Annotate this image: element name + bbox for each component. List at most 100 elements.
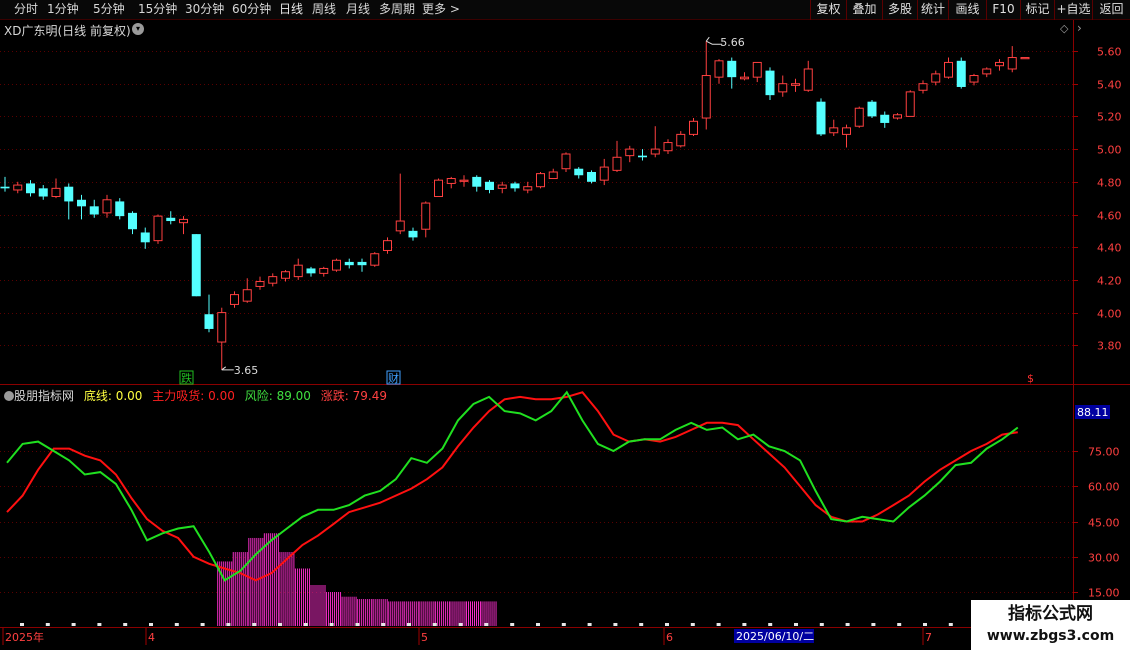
baseline-dot xyxy=(561,623,566,626)
baseline-dot xyxy=(923,623,927,626)
baseline-dot xyxy=(536,623,540,626)
candle-body xyxy=(446,178,456,184)
baseline-dot xyxy=(97,623,102,626)
candle-body xyxy=(574,168,584,176)
candle-body xyxy=(38,188,48,197)
baseline-dot xyxy=(200,623,205,626)
price-tick-label: 4.00 xyxy=(1097,308,1122,321)
candle-body xyxy=(13,184,23,191)
candle-body xyxy=(485,181,494,190)
baseline-dot xyxy=(252,623,257,626)
candle-body xyxy=(816,101,826,135)
candle-body xyxy=(89,206,99,215)
event-marker-3: $ xyxy=(1027,372,1034,385)
event-marker-1: 跌 xyxy=(181,371,192,385)
candle-body xyxy=(77,199,86,207)
candle-body xyxy=(880,114,890,123)
date-label: 5 xyxy=(421,631,428,644)
indicator-menu-icon[interactable] xyxy=(4,391,14,401)
baseline-dot xyxy=(278,623,282,626)
baseline-dot xyxy=(174,623,179,626)
candle-body xyxy=(676,133,686,147)
field-label-accumulation: 主力吸货 xyxy=(152,389,201,403)
candle-body xyxy=(1007,57,1017,70)
grid-layer xyxy=(0,20,1130,640)
baseline-dot xyxy=(303,623,308,626)
chart-canvas[interactable]: 5.66 3.65 跌 财 $ 5.60 5.40 5.20 5.00 4.80 4.60 4.40… xyxy=(0,0,1130,650)
candle-body xyxy=(0,186,10,189)
candle-body xyxy=(408,230,418,238)
price-tick-label: 5.40 xyxy=(1097,79,1122,92)
candle-body xyxy=(638,155,647,158)
candle-body xyxy=(867,101,877,117)
baseline-dot xyxy=(613,623,618,626)
candle-body xyxy=(944,61,953,78)
candle-body xyxy=(268,276,278,284)
baseline-dot xyxy=(45,623,50,626)
candle-body xyxy=(689,120,698,135)
indicator-name[interactable]: 股朋指标网 xyxy=(14,389,74,403)
baseline-dot xyxy=(587,623,592,626)
candle-body xyxy=(727,60,737,78)
candle-body xyxy=(421,202,431,230)
price-tick-label: 5.20 xyxy=(1097,111,1122,124)
candle-body xyxy=(893,114,902,119)
candle-body xyxy=(255,281,265,287)
baseline-dot xyxy=(407,623,411,626)
baseline-dot xyxy=(329,623,334,626)
candle-body xyxy=(918,83,928,91)
baseline-dot xyxy=(149,623,153,626)
candle-body xyxy=(319,267,329,274)
candle-body xyxy=(982,68,992,75)
baseline-dot xyxy=(948,623,953,626)
candle-body xyxy=(370,253,380,266)
candle-body xyxy=(778,83,788,93)
baseline-dot xyxy=(71,623,76,626)
candle-body xyxy=(765,70,775,96)
candle-body xyxy=(102,199,112,214)
candle-body xyxy=(523,186,533,191)
current-value-label: 88.11 xyxy=(1077,406,1109,419)
baseline-dot xyxy=(665,623,669,626)
candle-body xyxy=(829,127,839,134)
candle-body xyxy=(383,240,392,251)
baseline-dot xyxy=(768,623,773,626)
candle-body xyxy=(956,60,966,87)
field-label-risk: 风险 xyxy=(244,389,269,403)
candle-body xyxy=(242,289,252,302)
baseline-dot xyxy=(690,623,695,626)
candle-body xyxy=(842,127,851,135)
field-value-change: 79.49 xyxy=(352,389,387,403)
watermark-logo: 指标公式网 www.zbgs3.com xyxy=(971,600,1130,650)
baseline-dot xyxy=(716,623,721,626)
watermark-url: www.zbgs3.com xyxy=(986,628,1115,644)
candle-body xyxy=(332,259,341,271)
price-tick-label: 5.00 xyxy=(1097,144,1122,157)
field-label-baseline: 底线 xyxy=(83,389,108,403)
candle-body xyxy=(459,179,469,182)
min-pointer xyxy=(221,366,234,371)
candles-layer: 5.66 3.65 跌 财 $ xyxy=(0,36,1034,385)
indicator-tick-label: 30.00 xyxy=(1088,552,1120,565)
candle-body xyxy=(931,73,941,83)
candle-body xyxy=(344,261,354,266)
candle-body xyxy=(497,184,507,189)
date-label: 6 xyxy=(666,631,673,644)
baseline-dot xyxy=(510,623,515,626)
candle-body xyxy=(115,201,125,217)
baseline-dot xyxy=(742,623,747,626)
indicator-tick-label: 60.00 xyxy=(1088,481,1120,494)
candle-body xyxy=(803,68,813,91)
event-marker-2: 财 xyxy=(388,371,399,385)
candle-body xyxy=(752,61,762,78)
baseline-dot xyxy=(226,623,231,626)
candle-body xyxy=(625,148,635,157)
candle-body xyxy=(153,215,163,242)
candle-body xyxy=(510,183,520,189)
candle-body xyxy=(472,176,482,187)
candle-body xyxy=(230,294,239,305)
field-value-accumulation: 0.00 xyxy=(208,389,235,403)
candle-body xyxy=(179,218,188,224)
candle-body xyxy=(599,166,609,181)
candle-body xyxy=(587,171,596,182)
